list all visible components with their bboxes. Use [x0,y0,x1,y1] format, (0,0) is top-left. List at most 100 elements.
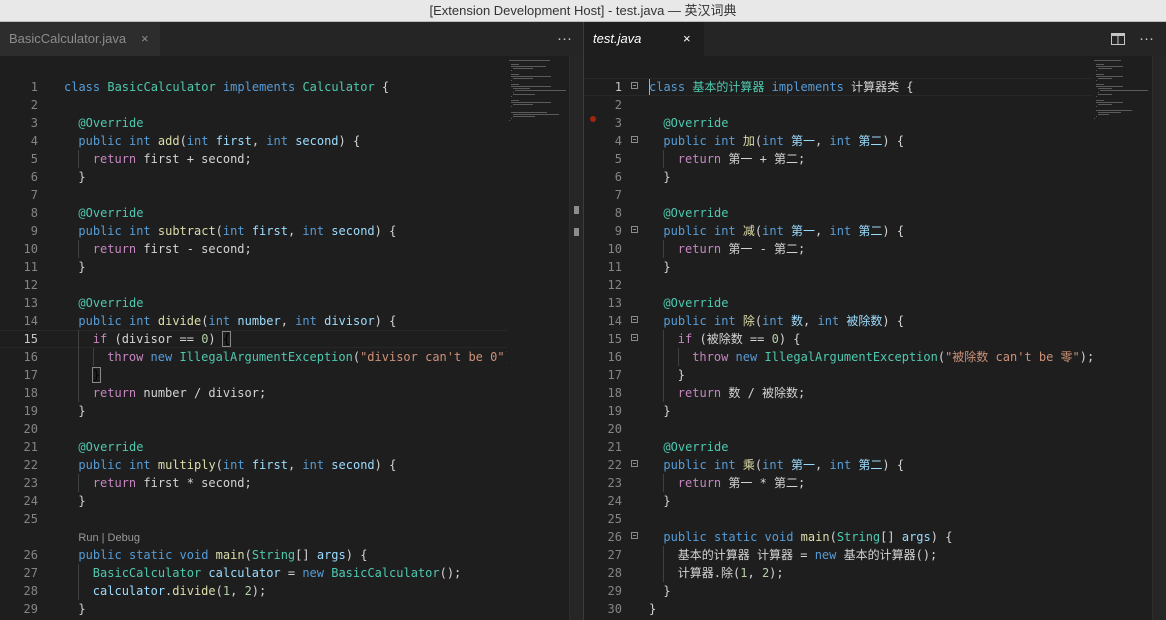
code-line[interactable]: 24} [584,492,1166,510]
token-cls: String [836,530,881,544]
code-line[interactable]: 18 return 数 / 被除数; [584,384,1166,402]
code-line[interactable]: 22 public int multiply(int first, int sec… [0,456,583,474]
code-line[interactable]: 7 [584,186,1166,204]
token-ctl: return [92,386,144,400]
code-line[interactable]: 22 public int 乘(int 第一, int 第二) { [584,456,1166,474]
code-line[interactable]: 12 [584,276,1166,294]
code-line[interactable]: 28 calculator.divide(1, 2); [0,582,583,600]
code-line[interactable]: 25 [584,510,1166,528]
code-line[interactable]: 3 @Override [0,114,583,132]
code-line[interactable]: 30} [584,600,1166,618]
line-number: 19 [607,404,622,418]
code-line[interactable]: 18 return number / divisor; [0,384,583,402]
code-line[interactable]: 19} [584,402,1166,420]
code-line[interactable]: 1 class BasicCalculator implements Calcul… [0,78,583,96]
code-line[interactable]: 15 if (被除数 == 0) { [584,330,1166,348]
code-line[interactable]: 3 @Override [584,114,1166,132]
code-line[interactable]: 26 public static void main(String[] args)… [0,546,583,564]
code-line[interactable]: 14 public int 除(int 数, int 被除数) { [584,312,1166,330]
code-line[interactable]: 24} [0,492,583,510]
line-number: 12 [23,278,38,292]
code-line[interactable]: 27 基本的计算器 计算器 = new 基本的计算器(); [584,546,1166,564]
token-kw: int [762,224,792,238]
code-text: } [649,582,1092,600]
token-fn: divide [172,584,216,598]
code-line[interactable]: 21 @Override [584,438,1166,456]
token-fn: main [800,530,830,544]
indent-guide [78,564,80,582]
code-line[interactable]: 14 public int divide(int number, int divi… [0,312,583,330]
code-line[interactable]: 25 [0,510,583,528]
close-icon[interactable]: × [141,22,149,56]
code-line[interactable]: 7 [0,186,583,204]
token-kw: new [150,350,180,364]
code-text: return 第一 - 第二; [649,240,1092,258]
code-line[interactable]: 5 return first + second; [0,150,583,168]
token-txt: } [78,494,86,508]
code-line[interactable]: 12 [0,276,583,294]
code-editor-right[interactable]: 1 class 基本的计算器 implements 计算器类 {2 3 @Overri… [584,56,1166,620]
line-number: 3 [30,116,38,130]
code-line[interactable]: 2 [0,96,583,114]
code-line[interactable]: 29} [584,582,1166,600]
code-line[interactable]: 16 throw new IllegalArgumentException("di… [0,348,583,366]
fold-collapse-icon[interactable] [631,532,638,539]
code-line[interactable]: 15 if (divisor == 0) { [0,330,583,348]
code-line[interactable]: 9 public int subtract(int first, int seco… [0,222,583,240]
token-fn: divide [157,314,202,328]
code-line[interactable]: 29} [0,600,583,618]
code-text: } [649,366,1092,384]
fold-collapse-icon[interactable] [631,460,638,467]
code-editor-left[interactable]: 1 class BasicCalculator implements Calcul… [0,56,583,620]
code-line[interactable]: 2 [584,96,1166,114]
code-line[interactable]: 4 public int 加(int 第一, int 第二) { [584,132,1166,150]
split-editor-icon[interactable] [1111,22,1125,56]
fold-collapse-icon[interactable] [631,82,638,89]
fold-collapse-icon[interactable] [631,136,638,143]
code-line[interactable]: 17} [584,366,1166,384]
code-line[interactable]: 20 [584,420,1166,438]
line-number: 25 [23,512,38,526]
code-line[interactable]: 21 @Override [0,438,583,456]
code-line[interactable]: 11} [0,258,583,276]
code-line[interactable]: 16 throw new IllegalArgumentException("被除… [584,348,1166,366]
more-actions-icon[interactable]: ··· [1139,22,1154,56]
code-line[interactable]: 10 return first - second; [0,240,583,258]
code-line[interactable]: 13 @Override [584,294,1166,312]
code-line[interactable]: 6} [0,168,583,186]
code-line[interactable]: 23 return first * second; [0,474,583,492]
code-line[interactable]: 27 BasicCalculator calculator = new Basic… [0,564,583,582]
token-txt: ) { [778,332,801,346]
code-line[interactable]: 23 return 第一 * 第二; [584,474,1166,492]
code-line[interactable]: 9 public int 减(int 第一, int 第二) { [584,222,1166,240]
code-line[interactable]: 17} [0,366,583,384]
code-line[interactable]: 13 @Override [0,294,583,312]
line-number: 28 [607,566,622,580]
code-line[interactable]: 1 class 基本的计算器 implements 计算器类 { [584,78,1166,96]
code-text: public int 乘(int 第一, int 第二) { [649,456,1092,474]
code-line[interactable]: 10 return 第一 - 第二; [584,240,1166,258]
tab-basiccalculator-java[interactable]: BasicCalculator.java × [0,22,160,56]
code-line[interactable]: 26 public static void main(String[] args)… [584,528,1166,546]
tab-test-java[interactable]: test.java × [584,22,704,56]
close-icon[interactable]: × [683,22,691,56]
code-line[interactable]: 11} [584,258,1166,276]
code-line[interactable]: 20 [0,420,583,438]
code-line[interactable]: 8 @Override [0,204,583,222]
fold-collapse-icon[interactable] [631,226,638,233]
code-line[interactable]: 6} [584,168,1166,186]
fold-collapse-icon[interactable] [631,334,638,341]
code-line[interactable]: 8 @Override [584,204,1166,222]
line-number: 30 [607,602,622,616]
fold-collapse-icon[interactable] [631,316,638,323]
code-line[interactable]: 4 public int add(int first, int second) { [0,132,583,150]
code-line[interactable]: 28 计算器.除(1, 2); [584,564,1166,582]
code-line[interactable]: 5 return 第一 + 第二; [584,150,1166,168]
token-var: divisor [324,314,375,328]
more-actions-icon[interactable]: ··· [557,22,572,56]
token-kw: static [128,548,180,562]
codelens-run-debug[interactable]: Run | Debug [78,532,140,544]
code-line[interactable]: 19} [0,402,583,420]
code-line[interactable]: Run | Debug [0,528,583,546]
